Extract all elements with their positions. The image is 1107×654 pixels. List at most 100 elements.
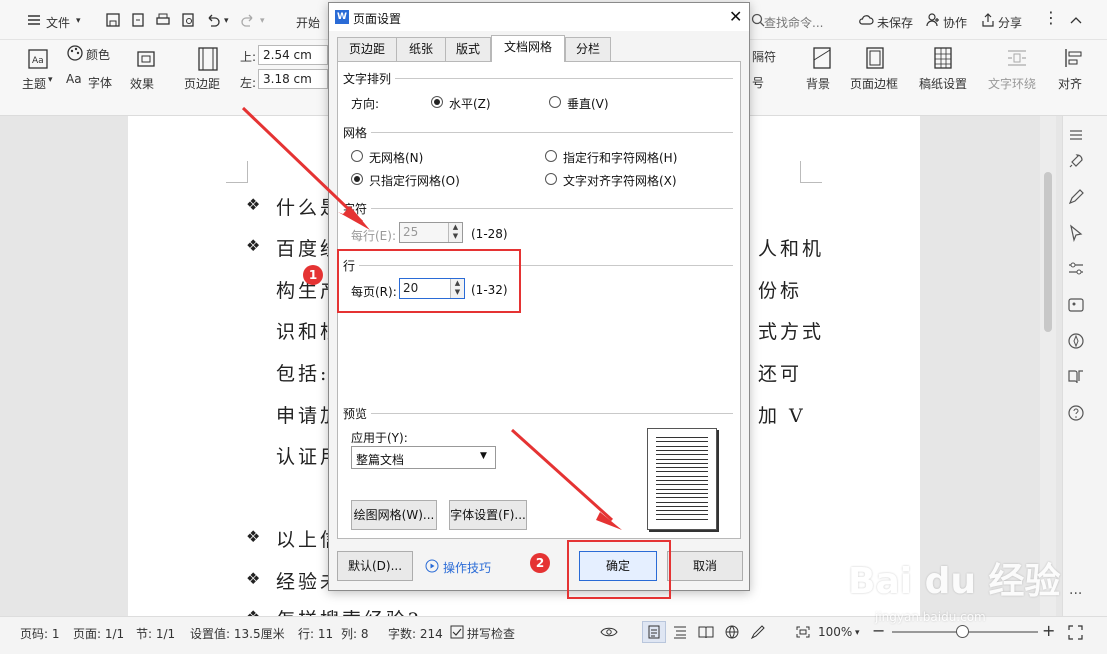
tab-margins[interactable]: 页边距: [337, 37, 397, 61]
tips-link[interactable]: 操作技巧: [443, 559, 491, 576]
more-icon[interactable]: ···: [1069, 586, 1082, 602]
horizontal-radio[interactable]: [431, 96, 443, 108]
compass-icon[interactable]: [1067, 332, 1085, 350]
chevron-down-icon[interactable]: ▾: [48, 75, 53, 85]
unsaved-status[interactable]: 未保存: [877, 14, 913, 31]
default-button[interactable]: 默认(D)...: [337, 551, 413, 581]
document-line-tail[interactable]: 还可: [758, 359, 802, 386]
document-line-tail[interactable]: 式方式: [758, 317, 824, 344]
share-icon[interactable]: [980, 12, 996, 28]
status-word-count[interactable]: 字数: 214: [388, 625, 443, 642]
per-line-spinner[interactable]: 25 ▲ ▼: [399, 222, 463, 243]
vertical-scrollbar[interactable]: [1040, 116, 1056, 616]
line-char-grid-label[interactable]: 指定行和字符网格(H): [563, 149, 677, 166]
tab-paper[interactable]: 纸张: [396, 37, 446, 61]
file-menu[interactable]: 文件: [46, 14, 70, 31]
fit-page-icon[interactable]: [795, 625, 811, 639]
vertical-label[interactable]: 垂直(V): [567, 95, 609, 112]
document-line-tail[interactable]: 人和机: [758, 234, 824, 261]
text-wrap-button[interactable]: 文字环绕: [988, 75, 1036, 92]
more-options-icon[interactable]: [1067, 126, 1085, 144]
effect-icon[interactable]: [135, 48, 157, 70]
export-pdf-icon[interactable]: [130, 12, 146, 28]
cloud-icon[interactable]: [858, 12, 874, 28]
page-border-button[interactable]: 页面边框: [850, 75, 898, 92]
align-button[interactable]: 对齐: [1058, 75, 1082, 92]
page-border-icon[interactable]: [864, 46, 886, 70]
zoom-slider-thumb[interactable]: [956, 625, 969, 638]
draw-grid-button[interactable]: 绘图网格(W)...: [351, 500, 437, 530]
document-line-tail[interactable]: 份标: [758, 276, 802, 303]
more-icon[interactable]: ⋮: [1043, 8, 1059, 27]
text-wrap-icon[interactable]: [1005, 46, 1029, 70]
left-margin-input[interactable]: 3.18 cm: [258, 69, 328, 89]
image-icon[interactable]: [1067, 296, 1085, 314]
margin-button[interactable]: 页边距: [184, 75, 220, 92]
chevron-down-icon[interactable]: ▾: [855, 628, 860, 638]
zoom-value[interactable]: 100%: [818, 625, 852, 639]
outline-view-icon[interactable]: [672, 625, 688, 639]
spell-check-icon[interactable]: [450, 625, 464, 639]
background-icon[interactable]: [811, 46, 833, 70]
font-button[interactable]: 字体: [88, 74, 112, 91]
line-grid-only-radio[interactable]: [351, 173, 363, 185]
tab-start[interactable]: 开始: [296, 14, 320, 31]
line-char-grid-radio[interactable]: [545, 150, 557, 162]
palette-icon[interactable]: [66, 44, 84, 62]
pen-view-icon[interactable]: [750, 625, 766, 639]
tab-layout[interactable]: 版式: [445, 37, 491, 61]
share-button[interactable]: 分享: [998, 14, 1022, 31]
book-icon[interactable]: [1067, 368, 1085, 386]
spell-check-button[interactable]: 拼写检查: [467, 625, 515, 642]
effect-button[interactable]: 效果: [130, 75, 154, 92]
menu-icon[interactable]: [26, 12, 42, 28]
scroll-thumb[interactable]: [1044, 172, 1052, 332]
redo-icon[interactable]: [240, 12, 256, 28]
web-view-icon[interactable]: [724, 625, 740, 639]
document-line-tail[interactable]: 加 V: [758, 401, 806, 428]
fullscreen-icon[interactable]: [1068, 625, 1083, 640]
line-grid-only-label[interactable]: 只指定行网格(O): [369, 172, 460, 189]
vertical-radio[interactable]: [549, 96, 561, 108]
sliders-icon[interactable]: [1067, 260, 1085, 278]
command-search[interactable]: 查找命令...: [764, 14, 823, 31]
play-icon[interactable]: [425, 559, 439, 573]
collab-button[interactable]: 协作: [943, 14, 967, 31]
rocket-icon[interactable]: [1067, 152, 1085, 170]
chevron-down-icon[interactable]: ▾: [224, 16, 229, 26]
text-align-grid-label[interactable]: 文字对齐字符网格(X): [563, 172, 677, 189]
undo-icon[interactable]: [205, 12, 221, 28]
apply-to-select[interactable]: 整篇文档 ▼: [351, 446, 496, 469]
align-icon[interactable]: [1062, 46, 1086, 70]
collapse-ribbon-icon[interactable]: [1068, 12, 1084, 28]
background-button[interactable]: 背景: [806, 75, 830, 92]
help-icon[interactable]: [1067, 404, 1085, 422]
chevron-down-icon[interactable]: ▾: [76, 16, 81, 26]
color-button[interactable]: 颜色: [86, 46, 110, 63]
theme-icon[interactable]: Aa: [27, 48, 49, 70]
separator-button[interactable]: 隔符: [752, 48, 776, 65]
no-grid-radio[interactable]: [351, 150, 363, 162]
status-setting-value[interactable]: 设置值: 13.5厘米: [190, 625, 285, 642]
top-margin-input[interactable]: 2.54 cm: [258, 45, 328, 65]
reading-view-icon[interactable]: [698, 625, 714, 639]
horizontal-label[interactable]: 水平(Z): [449, 95, 491, 112]
chevron-down-icon[interactable]: ▼: [480, 451, 487, 461]
cancel-button[interactable]: 取消: [667, 551, 743, 581]
tab-columns[interactable]: 分栏: [565, 37, 611, 61]
text-align-grid-radio[interactable]: [545, 173, 557, 185]
chevron-down-icon[interactable]: ▾: [260, 16, 265, 26]
tab-document-grid[interactable]: 文档网格: [491, 35, 565, 62]
font-settings-button[interactable]: 字体设置(F)...: [449, 500, 527, 530]
user-icon[interactable]: [925, 12, 941, 28]
margin-icon[interactable]: [196, 46, 220, 72]
print-preview-icon[interactable]: [180, 12, 196, 28]
number-button[interactable]: 号: [752, 74, 764, 91]
save-icon[interactable]: [105, 12, 121, 28]
theme-button[interactable]: 主题: [22, 75, 46, 92]
pen-icon[interactable]: [1067, 188, 1085, 206]
print-icon[interactable]: [155, 12, 171, 28]
spinner-arrows-icon[interactable]: ▲ ▼: [448, 223, 462, 242]
manuscript-icon[interactable]: [932, 46, 954, 70]
cursor-icon[interactable]: [1067, 224, 1085, 242]
